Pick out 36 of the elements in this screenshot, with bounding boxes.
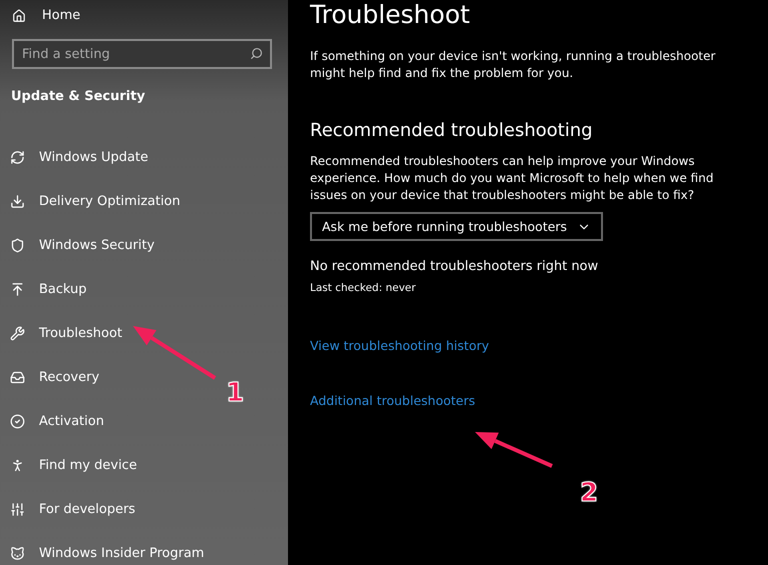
sync-icon — [10, 150, 25, 164]
search-icon[interactable] — [250, 47, 263, 60]
nav-item[interactable]: Windows Insider Program — [0, 531, 210, 565]
section-text: Recommended troubleshooters can help improve your Windows experience. How much do you want Microsoft to help when we find issues on your device that troubleshooters might be able to fix? — [310, 153, 714, 204]
nav-item[interactable]: Recovery — [0, 355, 106, 399]
check-circle-icon — [10, 414, 25, 428]
nav-item[interactable]: Windows Update — [0, 135, 154, 179]
sliders-icon — [10, 502, 25, 516]
nav-item[interactable]: Delivery Optimization — [0, 179, 186, 223]
status-text: No recommended troubleshooters right now — [310, 259, 600, 274]
annotation-number: 2 — [580, 478, 598, 508]
link[interactable]: View troubleshooting history — [310, 338, 489, 353]
annotation-number: 1 — [226, 378, 244, 408]
tray-icon — [10, 370, 25, 384]
intro-text: If something on your device isn't working, running a troubleshooter might help find and fix the problem for you. — [310, 48, 716, 82]
cat-icon — [10, 546, 25, 560]
search-field[interactable]: Find a setting — [12, 39, 272, 69]
download-icon — [10, 194, 25, 208]
nav-item[interactable]: Find my device — [0, 443, 143, 487]
home-link[interactable]: Home — [42, 8, 80, 23]
page-title: Troubleshoot — [310, 0, 471, 30]
troubleshoot-dropdown[interactable]: Ask me before running troubleshooters — [310, 212, 603, 241]
wrench-icon — [10, 326, 25, 340]
nav-item[interactable]: Troubleshoot — [0, 311, 128, 355]
section-title: Recommended troubleshooting — [310, 120, 594, 141]
nav-item[interactable]: Windows Security — [0, 223, 161, 267]
last-checked-text: Last checked: never — [310, 282, 417, 294]
section-heading: Update & Security — [11, 89, 146, 104]
nav-item[interactable]: Activation — [0, 399, 110, 443]
home-icon[interactable] — [12, 8, 26, 22]
nav-item[interactable]: For developers — [0, 487, 142, 531]
nav-item[interactable]: Backup — [0, 267, 93, 311]
link[interactable]: Additional troubleshooters — [310, 393, 476, 408]
upload-icon — [10, 282, 25, 296]
person-icon — [10, 458, 25, 472]
shield-icon — [10, 238, 25, 252]
